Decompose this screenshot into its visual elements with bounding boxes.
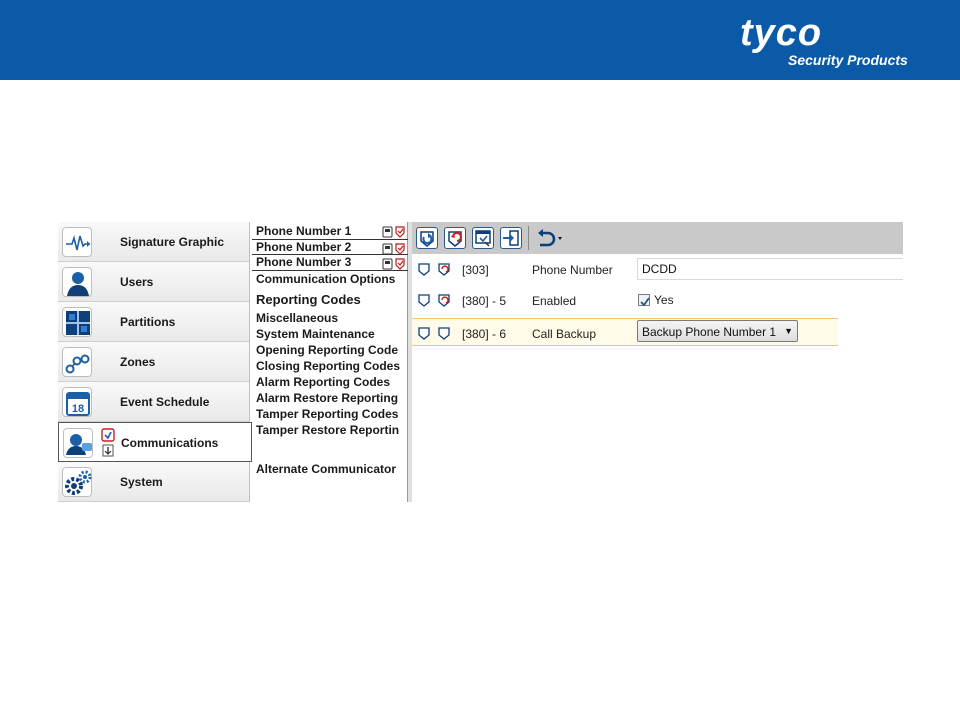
system-icon — [62, 467, 92, 497]
transfer-icon[interactable] — [500, 227, 522, 249]
nav-label: Users — [120, 275, 154, 289]
list-item-alarm-restore-reporting[interactable]: Alarm Restore Reporting — [256, 391, 398, 405]
tyco-logo: tyco Security Products — [740, 12, 930, 70]
phone-status-icons — [382, 225, 406, 238]
settings-panel: [303] Phone Number [380] - 5 Enabled Yes… — [412, 222, 903, 502]
list-item-tamper-reporting-codes[interactable]: Tamper Reporting Codes — [256, 407, 398, 421]
write-icon[interactable] — [444, 227, 466, 249]
users-icon — [62, 267, 92, 297]
nav-item-users[interactable]: Users — [58, 262, 250, 302]
shield-write-icon[interactable] — [438, 263, 450, 276]
list-item-phone-number-1[interactable]: Phone Number 1 — [252, 223, 408, 239]
signature-graphic-icon — [62, 227, 92, 257]
left-navigation: Signature Graphic Users Partitions Zones… — [58, 222, 252, 502]
call-backup-dropdown[interactable]: Backup Phone Number 1 ▼ — [637, 320, 798, 342]
row-code: [380] - 6 — [462, 327, 507, 341]
row-code: [380] - 5 — [462, 294, 507, 308]
list-item-label: Phone Number 1 — [256, 224, 352, 238]
header-banner: tyco Security Products — [0, 0, 960, 80]
communications-sublist: Phone Number 1 Phone Number 2 Phone Numb… — [252, 222, 408, 502]
nav-item-partitions[interactable]: Partitions — [58, 302, 250, 342]
logo-wordmark: tyco — [740, 12, 823, 54]
phone-number-input[interactable] — [637, 258, 903, 280]
nav-item-communications[interactable]: Communications — [58, 422, 252, 462]
row-label: Enabled — [532, 294, 577, 308]
nav-label: Event Schedule — [120, 395, 210, 409]
dropdown-selected-value: Backup Phone Number 1 — [642, 325, 777, 339]
nav-label: System — [120, 475, 163, 489]
nav-item-signature-graphic[interactable]: Signature Graphic — [58, 222, 250, 262]
phone-status-icons — [382, 242, 406, 255]
list-item-communication-options[interactable]: Communication Options — [256, 272, 395, 286]
zones-icon — [62, 347, 92, 377]
event-schedule-icon: 18 — [62, 387, 92, 417]
partitions-icon — [62, 307, 92, 337]
list-item-alarm-reporting-codes[interactable]: Alarm Reporting Codes — [256, 375, 390, 389]
toolbar — [412, 222, 903, 254]
list-item-label: Phone Number 3 — [256, 255, 352, 269]
calendar-day: 18 — [72, 403, 84, 415]
list-item-closing-reporting-codes[interactable]: Closing Reporting Codes — [256, 359, 400, 373]
nav-label: Signature Graphic — [120, 235, 225, 249]
nav-label: Partitions — [120, 315, 176, 329]
list-item-opening-reporting-code[interactable]: Opening Reporting Code — [256, 343, 398, 357]
list-item-label: Phone Number 2 — [256, 240, 352, 254]
list-item-phone-number-3[interactable]: Phone Number 3 — [252, 255, 408, 271]
nav-item-system[interactable]: System — [58, 462, 250, 502]
nav-label: Zones — [120, 355, 156, 369]
nav-label: Communications — [121, 436, 219, 450]
shield-read-icon[interactable] — [418, 263, 430, 276]
enabled-checkbox-label: Yes — [654, 293, 674, 307]
undo-icon[interactable] — [534, 227, 562, 249]
shield-read-icon[interactable] — [418, 327, 430, 340]
row-label: Call Backup — [532, 327, 597, 341]
row-code: [303] — [462, 263, 489, 277]
logo-tagline: Security Products — [788, 52, 908, 68]
list-item-alternate-communicator[interactable]: Alternate Communicator — [256, 462, 396, 476]
compare-icon[interactable] — [472, 227, 494, 249]
nav-item-zones[interactable]: Zones — [58, 342, 250, 382]
phone-status-icons — [382, 257, 406, 270]
shield-write-icon[interactable] — [438, 294, 450, 307]
read-icon[interactable] — [416, 227, 438, 249]
enabled-checkbox[interactable] — [638, 294, 650, 307]
shield-read-icon[interactable] — [418, 294, 430, 307]
list-item-phone-number-2[interactable]: Phone Number 2 — [252, 239, 408, 255]
chevron-down-icon: ▼ — [784, 326, 793, 336]
communications-status-icons — [101, 428, 115, 458]
communications-icon — [63, 428, 93, 458]
nav-item-event-schedule[interactable]: 18 Event Schedule — [58, 382, 250, 422]
shield-write-icon[interactable] — [438, 327, 450, 340]
list-header-reporting-codes[interactable]: Reporting Codes — [256, 292, 361, 307]
list-item-miscellaneous[interactable]: Miscellaneous — [256, 311, 338, 325]
list-item-system-maintenance[interactable]: System Maintenance — [256, 327, 375, 341]
list-item-tamper-restore-reporting[interactable]: Tamper Restore Reportin — [256, 423, 399, 437]
row-label: Phone Number — [532, 263, 613, 277]
toolbar-separator — [528, 226, 529, 250]
